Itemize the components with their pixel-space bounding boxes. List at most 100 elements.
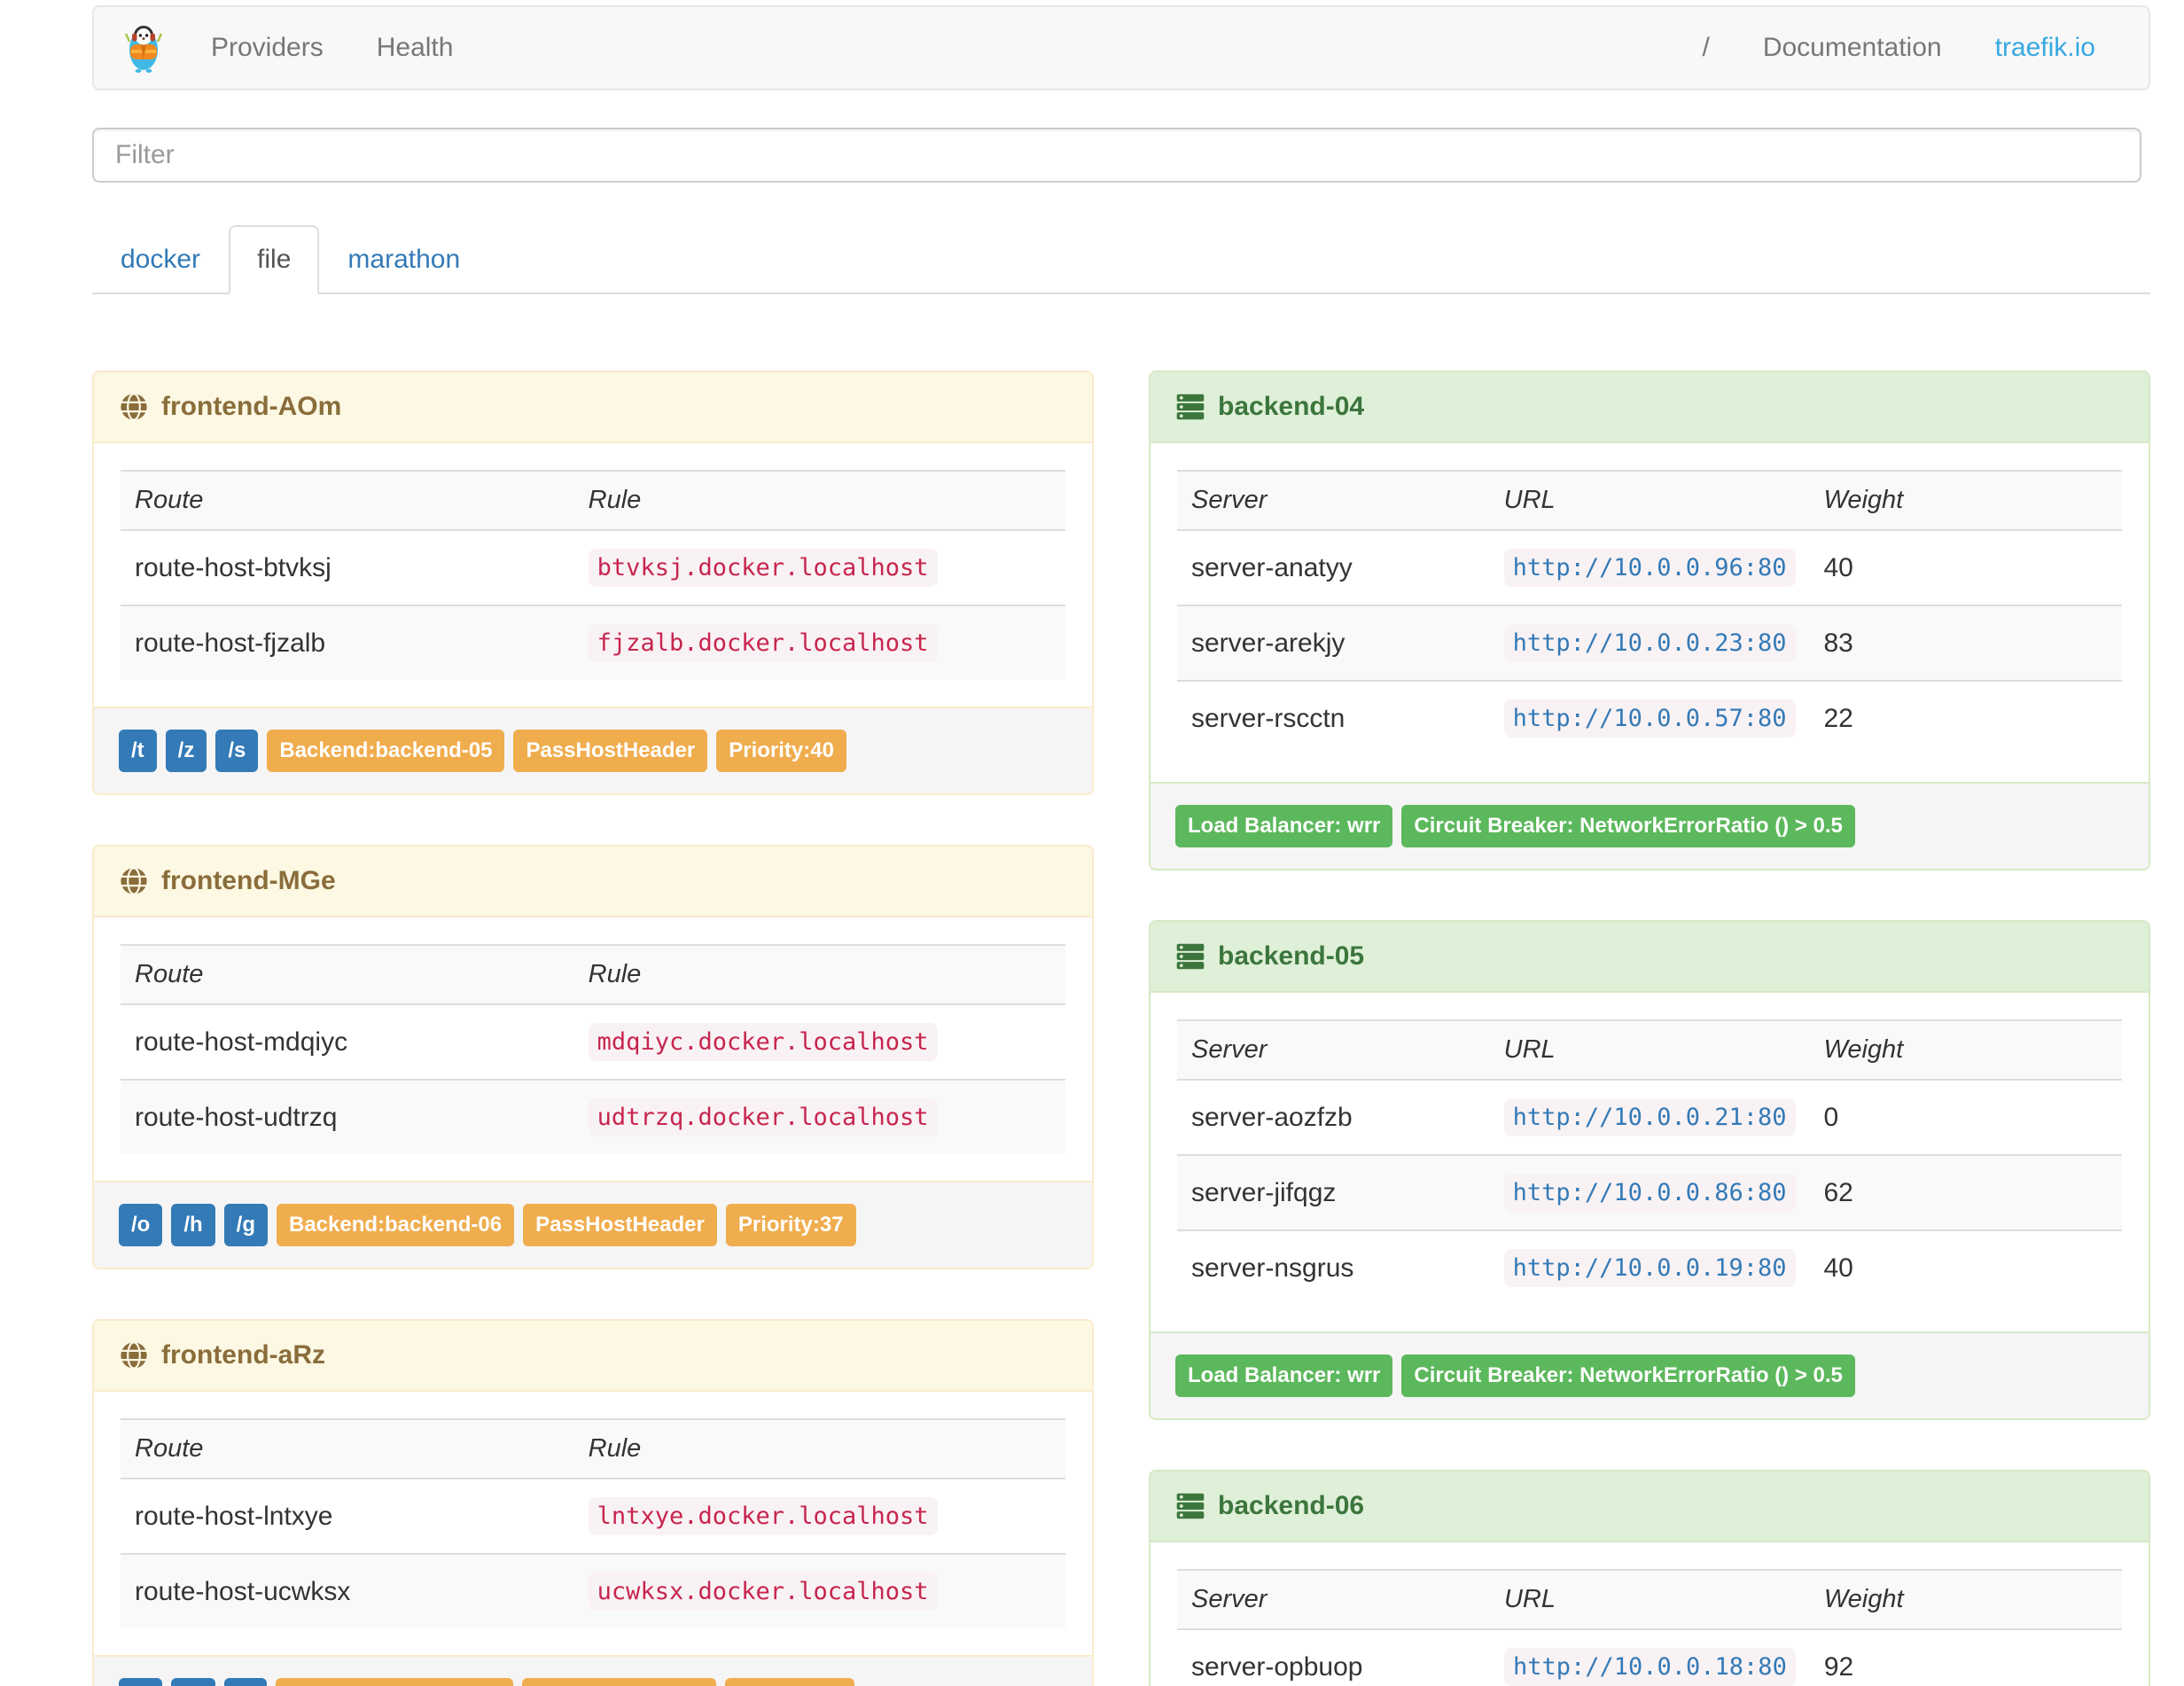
route-name: route-host-ucwksx: [121, 1553, 574, 1628]
server-url[interactable]: http://10.0.0.18:80: [1503, 1648, 1796, 1686]
content: frontend-AOm Route Rule route-host-btvks…: [92, 371, 2150, 1686]
tab-docker[interactable]: docker: [92, 225, 229, 294]
provider-tabs: docker file marathon: [92, 225, 2150, 294]
entrypoint-badge: /g: [223, 1204, 268, 1246]
backend-panel-footer: Load Balancer: wrr Circuit Breaker: Netw…: [1150, 782, 2149, 869]
priority-badge: Priority:37: [725, 1204, 856, 1246]
server-weight: 22: [1809, 680, 2122, 755]
entrypoint-badge: /z: [165, 730, 207, 772]
route-rule: ucwksx.docker.localhost: [588, 1573, 938, 1611]
navbar-left: Providers Health: [94, 7, 480, 89]
column-header-server: Server: [1177, 470, 1490, 530]
entrypoint-badge: /t: [119, 730, 157, 772]
route-rule: mdqiyc.docker.localhost: [588, 1023, 938, 1061]
column-header-server: Server: [1177, 1019, 1490, 1080]
backend-ref-badge: Backend:backend-06: [276, 1204, 515, 1246]
frontend-panel-heading: frontend-MGe: [94, 847, 1092, 917]
server-icon: [1176, 1493, 1205, 1519]
backend-name: backend-05: [1218, 941, 1365, 971]
frontend-panel-body: Route Rule route-host-btvksj btvksj.dock…: [94, 443, 1092, 706]
backend-ref-badge: Backend:backend-05: [267, 730, 505, 772]
table-row: route-host-mdqiyc mdqiyc.docker.localhos…: [121, 1003, 1065, 1080]
frontend-name: frontend-AOm: [161, 392, 342, 421]
traefik-gopher-icon: [124, 26, 163, 73]
server-weight: 92: [1809, 1628, 2122, 1686]
table-row: route-host-btvksj btvksj.docker.localhos…: [121, 529, 1065, 605]
priority-badge: Priority:29: [724, 1678, 855, 1686]
globe-icon: [121, 393, 147, 421]
globe-icon: [121, 867, 147, 895]
route-rule: lntxye.docker.localhost: [588, 1497, 938, 1535]
backend-panel-body: Server URL Weight server-aozfzb http://1…: [1150, 993, 2149, 1331]
table-row: server-aozfzb http://10.0.0.21:80 0: [1177, 1079, 2122, 1155]
nav-item-health[interactable]: Health: [350, 7, 480, 89]
tab-file[interactable]: file: [229, 225, 320, 294]
table-row: route-host-udtrzq udtrzq.docker.localhos…: [121, 1079, 1065, 1154]
table-row: route-host-lntxye lntxye.docker.localhos…: [121, 1478, 1065, 1554]
server-url[interactable]: http://10.0.0.19:80: [1503, 1249, 1796, 1287]
server-name: server-arekjy: [1177, 605, 1490, 681]
column-header-weight: Weight: [1809, 470, 2122, 530]
server-weight: 83: [1809, 605, 2122, 681]
server-weight: 40: [1809, 529, 2122, 605]
server-weight: 62: [1809, 1154, 2122, 1230]
globe-icon: [121, 1341, 147, 1370]
column-header-rule: Rule: [573, 470, 1065, 530]
traefik-logo[interactable]: [94, 22, 184, 74]
table-row: server-rscctn http://10.0.0.57:80 22: [1177, 680, 2122, 755]
traefik-dashboard: Providers Health / Documentation traefik…: [0, 0, 2184, 1686]
column-header-rule: Rule: [573, 1418, 1065, 1479]
column-header-route: Route: [121, 944, 574, 1004]
server-url[interactable]: http://10.0.0.57:80: [1503, 699, 1796, 738]
entrypoint-badge: /s: [215, 730, 259, 772]
frontend-panel: frontend-AOm Route Rule route-host-btvks…: [92, 371, 1094, 795]
load-balancer-badge: Load Balancer: wrr: [1175, 805, 1393, 847]
backend-panel-body: Server URL Weight server-opbuop http://1…: [1150, 1542, 2149, 1686]
column-header-route: Route: [121, 470, 574, 530]
circuit-breaker-badge: Circuit Breaker: NetworkErrorRatio () > …: [1401, 1354, 1855, 1397]
load-balancer-badge: Load Balancer: wrr: [1175, 1354, 1393, 1397]
tab-marathon[interactable]: marathon: [319, 225, 488, 294]
route-name: route-host-udtrzq: [121, 1079, 574, 1154]
server-name: server-aozfzb: [1177, 1079, 1490, 1155]
servers-table: Server URL Weight server-opbuop http://1…: [1177, 1569, 2122, 1686]
nav-item-slash[interactable]: /: [1675, 7, 1736, 89]
server-url[interactable]: http://10.0.0.21:80: [1503, 1098, 1796, 1136]
server-url[interactable]: http://10.0.0.86:80: [1503, 1174, 1796, 1212]
server-name: server-jifqgz: [1177, 1154, 1490, 1230]
filter-input[interactable]: [92, 128, 2141, 183]
backend-name: backend-04: [1218, 392, 1365, 421]
backend-panel: backend-06 Server URL Weight server-opbu…: [1149, 1470, 2150, 1686]
passhostheader-badge: PassHostHeader: [521, 1678, 716, 1686]
backend-panel-heading: backend-05: [1150, 922, 2149, 993]
server-icon: [1176, 943, 1205, 970]
backend-panel: backend-04 Server URL Weight server-anat…: [1149, 371, 2150, 870]
server-name: server-anatyy: [1177, 529, 1490, 605]
column-header-weight: Weight: [1809, 1019, 2122, 1080]
server-icon: [1176, 394, 1205, 420]
nav-item-documentation[interactable]: Documentation: [1736, 7, 1969, 89]
routes-table: Route Rule route-host-mdqiyc mdqiyc.dock…: [121, 944, 1065, 1154]
column-header-rule: Rule: [573, 944, 1065, 1004]
nav-item-providers[interactable]: Providers: [184, 7, 350, 89]
table-row: server-arekjy http://10.0.0.23:80 83: [1177, 605, 2122, 681]
backend-panel-heading: backend-06: [1150, 1471, 2149, 1542]
route-rule: fjzalb.docker.localhost: [588, 624, 938, 662]
frontend-panel-footer: /t /z /s Backend:backend-05 PassHostHead…: [94, 706, 1092, 793]
navbar-right: / Documentation traefik.io: [1675, 7, 2149, 89]
server-name: server-opbuop: [1177, 1628, 1490, 1686]
route-name: route-host-mdqiyc: [121, 1003, 574, 1080]
frontend-panel-footer: /o /h /g Backend:backend-06 PassHostHead…: [94, 1181, 1092, 1268]
table-row: server-anatyy http://10.0.0.96:80 40: [1177, 529, 2122, 605]
frontends-column: frontend-AOm Route Rule route-host-btvks…: [92, 371, 1094, 1686]
frontend-panel-footer: /b /g /y Backend:backend-04 PassHostHead…: [94, 1655, 1092, 1686]
frontend-panel-heading: frontend-aRz: [94, 1321, 1092, 1392]
server-url[interactable]: http://10.0.0.96:80: [1503, 549, 1796, 587]
routes-table: Route Rule route-host-btvksj btvksj.dock…: [121, 470, 1065, 680]
column-header-url: URL: [1489, 470, 1810, 530]
circuit-breaker-badge: Circuit Breaker: NetworkErrorRatio () > …: [1401, 805, 1855, 847]
backend-panel: backend-05 Server URL Weight server-aozf…: [1149, 920, 2150, 1420]
nav-item-traefik-io[interactable]: traefik.io: [1969, 7, 2122, 89]
entrypoint-badge: /b: [119, 1678, 163, 1686]
server-url[interactable]: http://10.0.0.23:80: [1503, 624, 1796, 662]
